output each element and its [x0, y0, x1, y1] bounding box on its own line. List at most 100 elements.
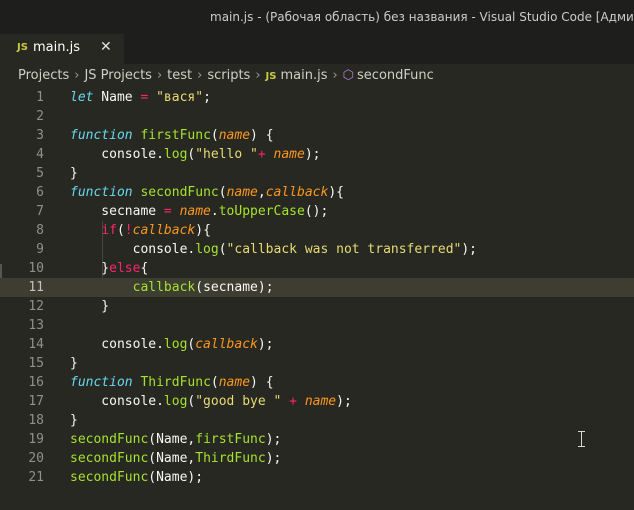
text-ibeam-cursor-icon	[578, 431, 586, 447]
line-number: 8	[36, 223, 44, 238]
line-number: 21	[28, 470, 44, 485]
code-token: firstFunc	[195, 432, 266, 447]
code-token: name	[304, 394, 337, 409]
code-token: "hello "	[195, 147, 258, 162]
close-icon[interactable]: ✕	[100, 39, 112, 55]
code-line[interactable]: 16 function ThirdFunc(name) {	[0, 373, 634, 392]
code-line[interactable]: 2	[0, 107, 634, 126]
code-token: name	[179, 204, 211, 219]
code-text: function firstFunc(name) {	[70, 126, 274, 145]
code-line[interactable]: 1 let Name = "вася";	[0, 88, 634, 107]
code-token: =	[163, 204, 172, 219]
code-editor[interactable]: 1 let Name = "вася"; 2 3 function firstFunc(…	[0, 88, 634, 510]
code-token: ThirdFunc	[195, 451, 266, 466]
code-token: callback	[132, 223, 196, 238]
line-number: 19	[28, 432, 44, 447]
code-token: firstFunc	[140, 128, 211, 143]
code-line[interactable]: 4 console.log("hello "+ name);	[0, 145, 634, 164]
code-token: secondFunc	[140, 185, 219, 200]
code-text: }else{	[70, 259, 148, 278]
code-line[interactable]: 9 console.log("callback was not transfer…	[0, 240, 634, 259]
code-token: (	[210, 375, 219, 390]
code-line[interactable]: 12 }	[0, 297, 634, 316]
line-number: 2	[36, 109, 44, 124]
code-token: +	[257, 147, 266, 162]
code-token: function	[70, 128, 133, 143]
code-token: (	[218, 185, 227, 200]
code-token: function	[70, 185, 133, 200]
line-number: 10	[28, 261, 44, 276]
window-titlebar: main.js - (Рабочая область) без названия…	[0, 0, 634, 34]
code-token: name	[218, 375, 251, 390]
code-token: name	[218, 128, 251, 143]
code-token: (	[210, 128, 219, 143]
code-token: (Name,	[148, 451, 196, 466]
code-line[interactable]: 20 secondFunc(Name,ThirdFunc);	[0, 449, 634, 468]
code-token: ;	[203, 90, 211, 105]
code-text: let Name = "вася";	[70, 88, 211, 107]
tab-main-js[interactable]: JS main.js ✕	[0, 34, 124, 64]
code-token: log	[163, 394, 188, 409]
code-line[interactable]: 15}	[0, 354, 634, 373]
code-token: }	[70, 299, 110, 314]
code-line[interactable]: 13	[0, 316, 634, 335]
code-token: );	[461, 242, 478, 257]
line-number: 3	[36, 128, 44, 143]
code-line[interactable]: 6 function secondFunc(name,callback){	[0, 183, 634, 202]
code-line[interactable]: 14 console.log(callback);	[0, 335, 634, 354]
code-line[interactable]: 5}	[0, 164, 634, 183]
code-line[interactable]: 19 secondFunc(Name,firstFunc);	[0, 430, 634, 449]
line-number: 11	[28, 280, 44, 295]
line-number: 15	[28, 356, 44, 371]
code-text: }	[70, 297, 109, 316]
code-token: ){	[195, 223, 211, 238]
code-token: function	[70, 375, 133, 390]
code-token: ) {	[250, 128, 274, 143]
code-token: .	[210, 204, 219, 219]
code-token: "callback was not transferred"	[226, 242, 462, 257]
code-token: "вася"	[156, 90, 204, 105]
code-line[interactable]: 8 if(!callback){	[0, 221, 634, 240]
breadcrumb-item-secondfunc[interactable]: secondFunc	[357, 68, 434, 83]
tab-label: main.js	[33, 40, 80, 55]
breadcrumb-item-scripts[interactable]: scripts	[207, 68, 250, 83]
code-line[interactable]: 17 console.log("good bye " + name);	[0, 392, 634, 411]
symbol-method-icon: ⬡	[342, 68, 355, 83]
code-token: else	[109, 261, 141, 276]
code-token: secondFunc	[70, 432, 149, 447]
code-token: ,	[257, 185, 266, 200]
breadcrumb-separator: ›	[332, 68, 338, 83]
code-token: }	[70, 166, 78, 181]
line-number: 16	[28, 375, 44, 390]
breadcrumb-item-projects[interactable]: Projects	[18, 68, 69, 83]
code-token: (Name);	[148, 470, 204, 485]
code-line[interactable]: 18}	[0, 411, 634, 430]
breadcrumb-item-js-projects[interactable]: JS Projects	[84, 68, 151, 83]
code-token: callback	[195, 337, 258, 352]
code-line[interactable]: 10 }else{	[0, 259, 634, 278]
code-text: console.log(callback);	[70, 335, 273, 354]
window-title: main.js - (Рабочая область) без названия…	[210, 10, 634, 24]
code-token: callback	[132, 280, 196, 295]
breadcrumb-item-main-js[interactable]: main.js	[280, 68, 327, 83]
code-text: secname = name.toUpperCase();	[70, 202, 328, 221]
code-line[interactable]: 3 function firstFunc(name) {	[0, 126, 634, 145]
code-token: (	[218, 242, 227, 257]
code-token: );	[304, 147, 321, 162]
code-line[interactable]: 21 secondFunc(Name);	[0, 468, 634, 487]
line-number: 14	[28, 337, 44, 352]
breadcrumb-item-test[interactable]: test	[167, 68, 192, 83]
code-text: }	[70, 354, 78, 373]
line-number: 1	[36, 90, 44, 105]
breadcrumb-separator: ›	[156, 68, 163, 83]
code-line[interactable]: 7 secname = name.toUpperCase();	[0, 202, 634, 221]
code-token: callback	[265, 185, 329, 200]
code-line[interactable]: 11 callback(secname);	[0, 278, 634, 297]
code-token: );	[265, 432, 282, 447]
